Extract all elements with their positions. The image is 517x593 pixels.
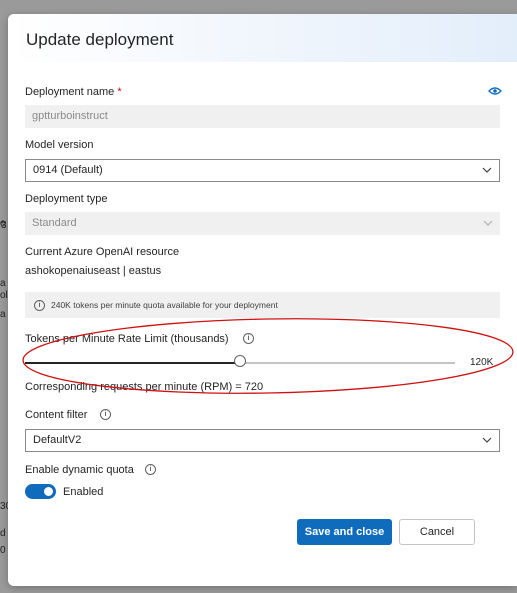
dynamic-quota-label: Enable dynamic quota [25, 464, 134, 476]
background-text: ol [0, 290, 8, 301]
background-text: a [0, 309, 6, 320]
background-text: a [0, 278, 6, 289]
content-filter-label: Content filter [25, 409, 88, 421]
cancel-button[interactable]: Cancel [399, 519, 475, 545]
model-version-value: 0914 (Default) [33, 164, 103, 176]
chevron-down-icon [482, 167, 492, 173]
background-text: d [0, 528, 6, 539]
dialog-header: Update deployment [8, 14, 517, 62]
rate-limit-slider-fill [25, 362, 240, 364]
resource-value: ashokopenaiuseast | eastus [25, 265, 162, 277]
save-and-close-button[interactable]: Save and close [297, 519, 392, 545]
update-deployment-dialog: Update deployment Deployment name * gptt… [8, 14, 517, 586]
content-filter-dropdown[interactable]: DefaultV2 [25, 429, 500, 452]
info-icon[interactable]: i [145, 464, 156, 475]
model-version-label: Model version [25, 139, 94, 151]
deployment-type-dropdown: Standard [25, 212, 500, 235]
background-text: 0 [0, 545, 6, 556]
required-marker: * [117, 86, 122, 98]
model-version-dropdown[interactable]: 0914 (Default) [25, 159, 500, 182]
toggle-knob [44, 487, 53, 496]
info-icon: i [34, 300, 45, 311]
rpm-text: Corresponding requests per minute (RPM) … [25, 381, 264, 393]
dialog-title: Update deployment [26, 30, 174, 49]
background-text: 3 [1, 220, 7, 231]
dynamic-quota-state: Enabled [63, 486, 104, 498]
deployment-name-field: gptturboinstruct [25, 105, 500, 128]
content-filter-value: DefaultV2 [33, 434, 82, 446]
rate-limit-slider-thumb[interactable] [234, 355, 246, 367]
quota-info-bar: i 240K tokens per minute quota available… [25, 292, 500, 318]
chevron-down-icon [482, 437, 492, 443]
deployment-type-value: Standard [32, 217, 77, 229]
resource-label: Current Azure OpenAI resource [25, 246, 180, 258]
info-icon[interactable]: i [100, 409, 111, 420]
info-icon[interactable]: i [243, 333, 254, 344]
eye-icon[interactable] [488, 86, 502, 96]
rate-limit-value: 120K [470, 357, 494, 368]
chevron-down-icon [483, 220, 493, 226]
deployment-name-label: Deployment name * [25, 86, 122, 98]
deployment-type-label: Deployment type [25, 193, 108, 205]
quota-info-text: 240K tokens per minute quota available f… [51, 300, 278, 310]
rate-limit-label: Tokens per Minute Rate Limit (thousands) [25, 333, 229, 345]
dynamic-quota-toggle[interactable] [25, 484, 56, 499]
